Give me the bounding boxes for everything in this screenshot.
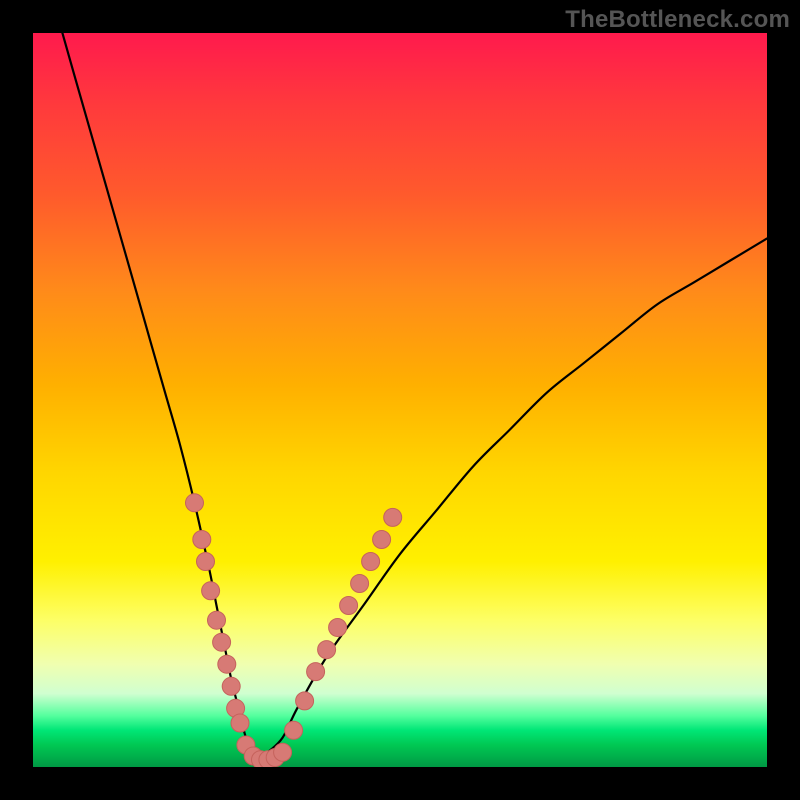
chart-svg: [33, 33, 767, 767]
plot-area: [33, 33, 767, 767]
curve-marker: [222, 677, 240, 695]
curve-marker: [208, 611, 226, 629]
curve-marker: [218, 655, 236, 673]
curve-marker: [285, 721, 303, 739]
curve-marker: [266, 749, 284, 767]
curve-marker: [318, 641, 336, 659]
curve-marker: [227, 699, 245, 717]
curve-marker: [373, 531, 391, 549]
curve-marker: [252, 751, 270, 767]
curve-marker: [231, 714, 249, 732]
curve-marker: [244, 747, 262, 765]
curve-marker: [259, 751, 277, 767]
curve-markers: [186, 494, 402, 767]
watermark-text: TheBottleneck.com: [565, 6, 790, 34]
curve-marker: [197, 553, 215, 571]
curve-marker: [351, 575, 369, 593]
curve-marker: [202, 582, 220, 600]
curve-marker: [186, 494, 204, 512]
curve-marker: [329, 619, 347, 637]
curve-marker: [384, 508, 402, 526]
curve-marker: [193, 531, 211, 549]
bottleneck-curve: [62, 33, 767, 760]
curve-marker: [237, 736, 255, 754]
curve-marker: [340, 597, 358, 615]
curve-marker: [362, 553, 380, 571]
curve-marker: [307, 663, 325, 681]
curve-marker: [274, 743, 292, 761]
chart-frame: TheBottleneck.com: [0, 0, 800, 800]
curve-marker: [213, 633, 231, 651]
curve-marker: [296, 692, 314, 710]
